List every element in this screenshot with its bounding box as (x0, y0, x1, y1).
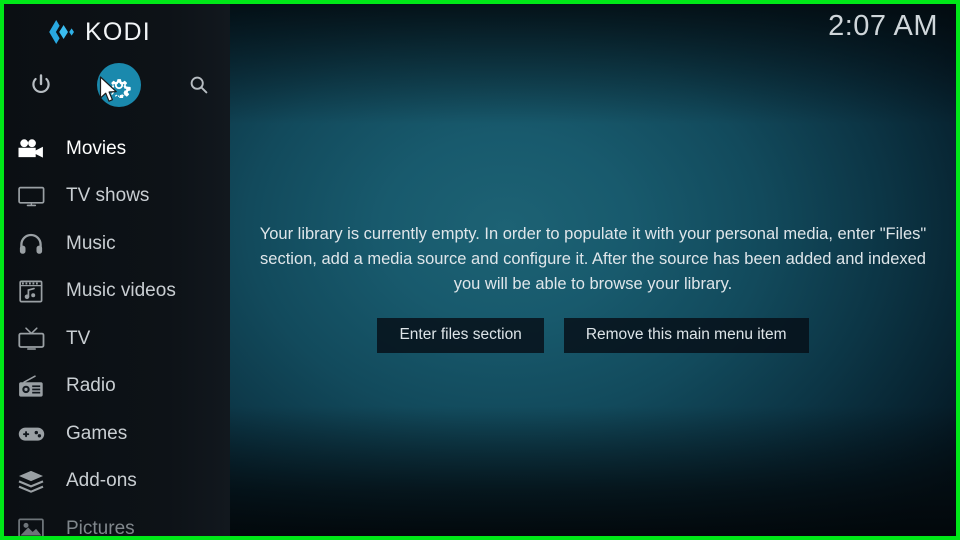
sidebar-item-label: Pictures (66, 517, 135, 536)
sidebar-item-games[interactable]: Games (4, 410, 230, 458)
retro-tv-icon (14, 324, 48, 354)
sidebar-item-music[interactable]: Music (4, 220, 230, 268)
music-video-icon (14, 276, 48, 306)
pictures-icon (14, 514, 48, 536)
clock: 2:07 AM (828, 10, 938, 42)
settings-gear-icon[interactable] (94, 60, 144, 110)
sidebar-item-pictures[interactable]: Pictures (4, 505, 230, 536)
addons-box-icon (14, 466, 48, 496)
kodi-logo-icon (46, 19, 76, 45)
sidebar-item-label: Movies (66, 137, 127, 159)
search-icon[interactable] (174, 60, 224, 110)
sidebar-item-label: Music (66, 232, 116, 254)
sidebar-item-movies[interactable]: Movies (4, 125, 230, 173)
sidebar-item-radio[interactable]: Radio (4, 363, 230, 411)
sidebar-item-music-videos[interactable]: Music videos (4, 268, 230, 316)
sidebar-item-add-ons[interactable]: Add-ons (4, 458, 230, 506)
sidebar: KODI Movies TV shows Music Music videos … (4, 4, 230, 536)
sidebar-item-label: TV shows (66, 185, 150, 207)
top-icon-bar (4, 60, 230, 110)
sidebar-item-tv-shows[interactable]: TV shows (4, 173, 230, 221)
television-icon (14, 181, 48, 211)
radio-icon (14, 371, 48, 401)
empty-library-panel: Your library is currently empty. In orde… (230, 222, 956, 353)
remove-main-menu-item-button[interactable]: Remove this main menu item (563, 318, 809, 353)
kodi-window: 2:07 AM KODI Movies TV shows Music Music… (0, 0, 960, 540)
sidebar-item-label: Add-ons (66, 470, 137, 492)
gamepad-icon (14, 419, 48, 449)
sidebar-item-label: TV (66, 327, 91, 349)
main-menu: Movies TV shows Music Music videos TV Ra… (4, 125, 230, 536)
sidebar-item-tv[interactable]: TV (4, 315, 230, 363)
sidebar-item-label: Radio (66, 375, 116, 397)
enter-files-section-button[interactable]: Enter files section (377, 318, 544, 353)
app-logo: KODI (4, 12, 230, 52)
sidebar-item-label: Music videos (66, 280, 176, 302)
empty-library-message: Your library is currently empty. In orde… (259, 225, 927, 293)
power-icon[interactable] (16, 60, 66, 110)
sidebar-item-label: Games (66, 422, 128, 444)
empty-library-actions: Enter files section Remove this main men… (254, 318, 932, 353)
movie-camera-icon (14, 134, 48, 164)
headphones-icon (14, 229, 48, 259)
app-title: KODI (85, 17, 151, 46)
